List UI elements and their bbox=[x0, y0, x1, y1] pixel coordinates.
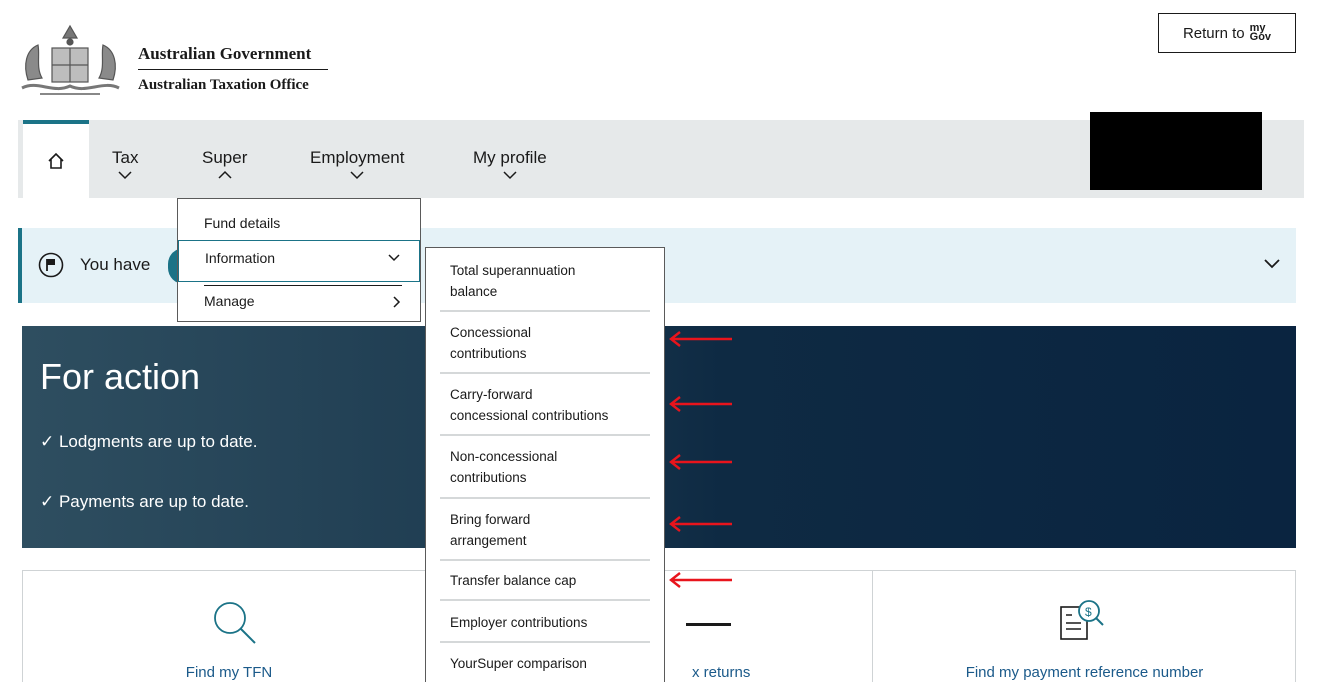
nav-home[interactable] bbox=[23, 120, 89, 198]
submenu-item-carry-forward-contributions[interactable]: Carry-forward concessional contributions bbox=[450, 384, 646, 426]
nav-label: My profile bbox=[473, 148, 547, 167]
submenu-item-total-super-balance[interactable]: Total superannuation balance bbox=[450, 260, 646, 302]
annotation-arrow-icon bbox=[669, 396, 732, 412]
returns-icon bbox=[686, 623, 731, 626]
nav-label: Tax bbox=[112, 148, 139, 167]
annotation-arrow-icon bbox=[669, 331, 732, 347]
annotation-arrow-icon bbox=[669, 454, 732, 470]
chevron-down-icon bbox=[350, 171, 364, 180]
return-to-mygov-button[interactable]: Return to my Gov bbox=[1158, 13, 1296, 53]
annotation-arrow-icon bbox=[669, 572, 732, 588]
nav-label: Super bbox=[202, 148, 248, 167]
card-label: Find my TFN bbox=[185, 664, 273, 681]
nav-label: Employment bbox=[310, 148, 405, 167]
home-icon bbox=[48, 152, 64, 169]
nav-item-employment[interactable]: Employment bbox=[310, 148, 404, 181]
magnifier-icon bbox=[214, 602, 256, 644]
svg-text:$: $ bbox=[1085, 605, 1092, 619]
redacted-account-area bbox=[1090, 112, 1262, 190]
chevron-down-icon bbox=[388, 254, 400, 262]
menu-item-information[interactable]: Information bbox=[178, 240, 420, 282]
mygov-logo-icon: my Gov bbox=[1249, 22, 1272, 43]
card-label: Find my payment reference number bbox=[965, 664, 1204, 681]
coat-of-arms-icon bbox=[21, 24, 120, 95]
menu-item-fund-details[interactable]: Fund details bbox=[178, 215, 420, 235]
submenu-item-bring-forward-arrangement[interactable]: Bring forward arrangement bbox=[450, 509, 646, 551]
information-submenu: Total superannuation balance Concessional… bbox=[425, 247, 665, 682]
payments-status: ✓ Payments are up to date. bbox=[40, 492, 249, 511]
card-find-my-tfn[interactable]: Find my TFN bbox=[23, 571, 435, 682]
chevron-right-icon bbox=[393, 296, 401, 308]
submenu-item-non-concessional-contributions[interactable]: Non-concessional contributions bbox=[450, 446, 646, 488]
nav-item-my-profile[interactable]: My profile bbox=[473, 148, 547, 181]
chevron-down-icon bbox=[503, 171, 517, 180]
check-icon: ✓ bbox=[40, 492, 59, 511]
lodgments-status: ✓ Lodgments are up to date. bbox=[40, 432, 258, 451]
check-icon: ✓ bbox=[40, 432, 59, 451]
agency-title: Australian Taxation Office bbox=[138, 77, 309, 93]
gov-title: Australian Government bbox=[138, 44, 328, 70]
nav-item-super[interactable]: Super bbox=[202, 148, 247, 181]
submenu-item-transfer-balance-cap[interactable]: Transfer balance cap bbox=[450, 570, 646, 591]
notification-text: You have bbox=[80, 255, 151, 274]
annotation-arrow-icon bbox=[669, 516, 732, 532]
submenu-item-yoursuper-comparison[interactable]: YourSuper comparison bbox=[450, 653, 646, 674]
chevron-up-icon bbox=[218, 170, 232, 179]
card-payment-reference[interactable]: $ Find my payment reference number bbox=[872, 571, 1296, 682]
chevron-down-icon[interactable] bbox=[1262, 256, 1282, 270]
flag-icon bbox=[38, 252, 64, 278]
return-label: Return to bbox=[1182, 24, 1245, 42]
nav-item-tax[interactable]: Tax bbox=[112, 148, 138, 181]
submenu-item-concessional-contributions[interactable]: Concessional contributions bbox=[450, 322, 646, 364]
for-action-title: For action bbox=[40, 356, 201, 397]
submenu-item-employer-contributions[interactable]: Employer contributions bbox=[450, 612, 646, 633]
super-dropdown-menu: Fund details Information Manage bbox=[177, 198, 421, 322]
menu-item-manage[interactable]: Manage bbox=[178, 293, 420, 317]
payment-reference-icon: $ bbox=[1060, 600, 1104, 640]
chevron-down-icon bbox=[118, 171, 132, 180]
ato-logo[interactable]: Australian Government Australian Taxatio… bbox=[18, 20, 338, 100]
